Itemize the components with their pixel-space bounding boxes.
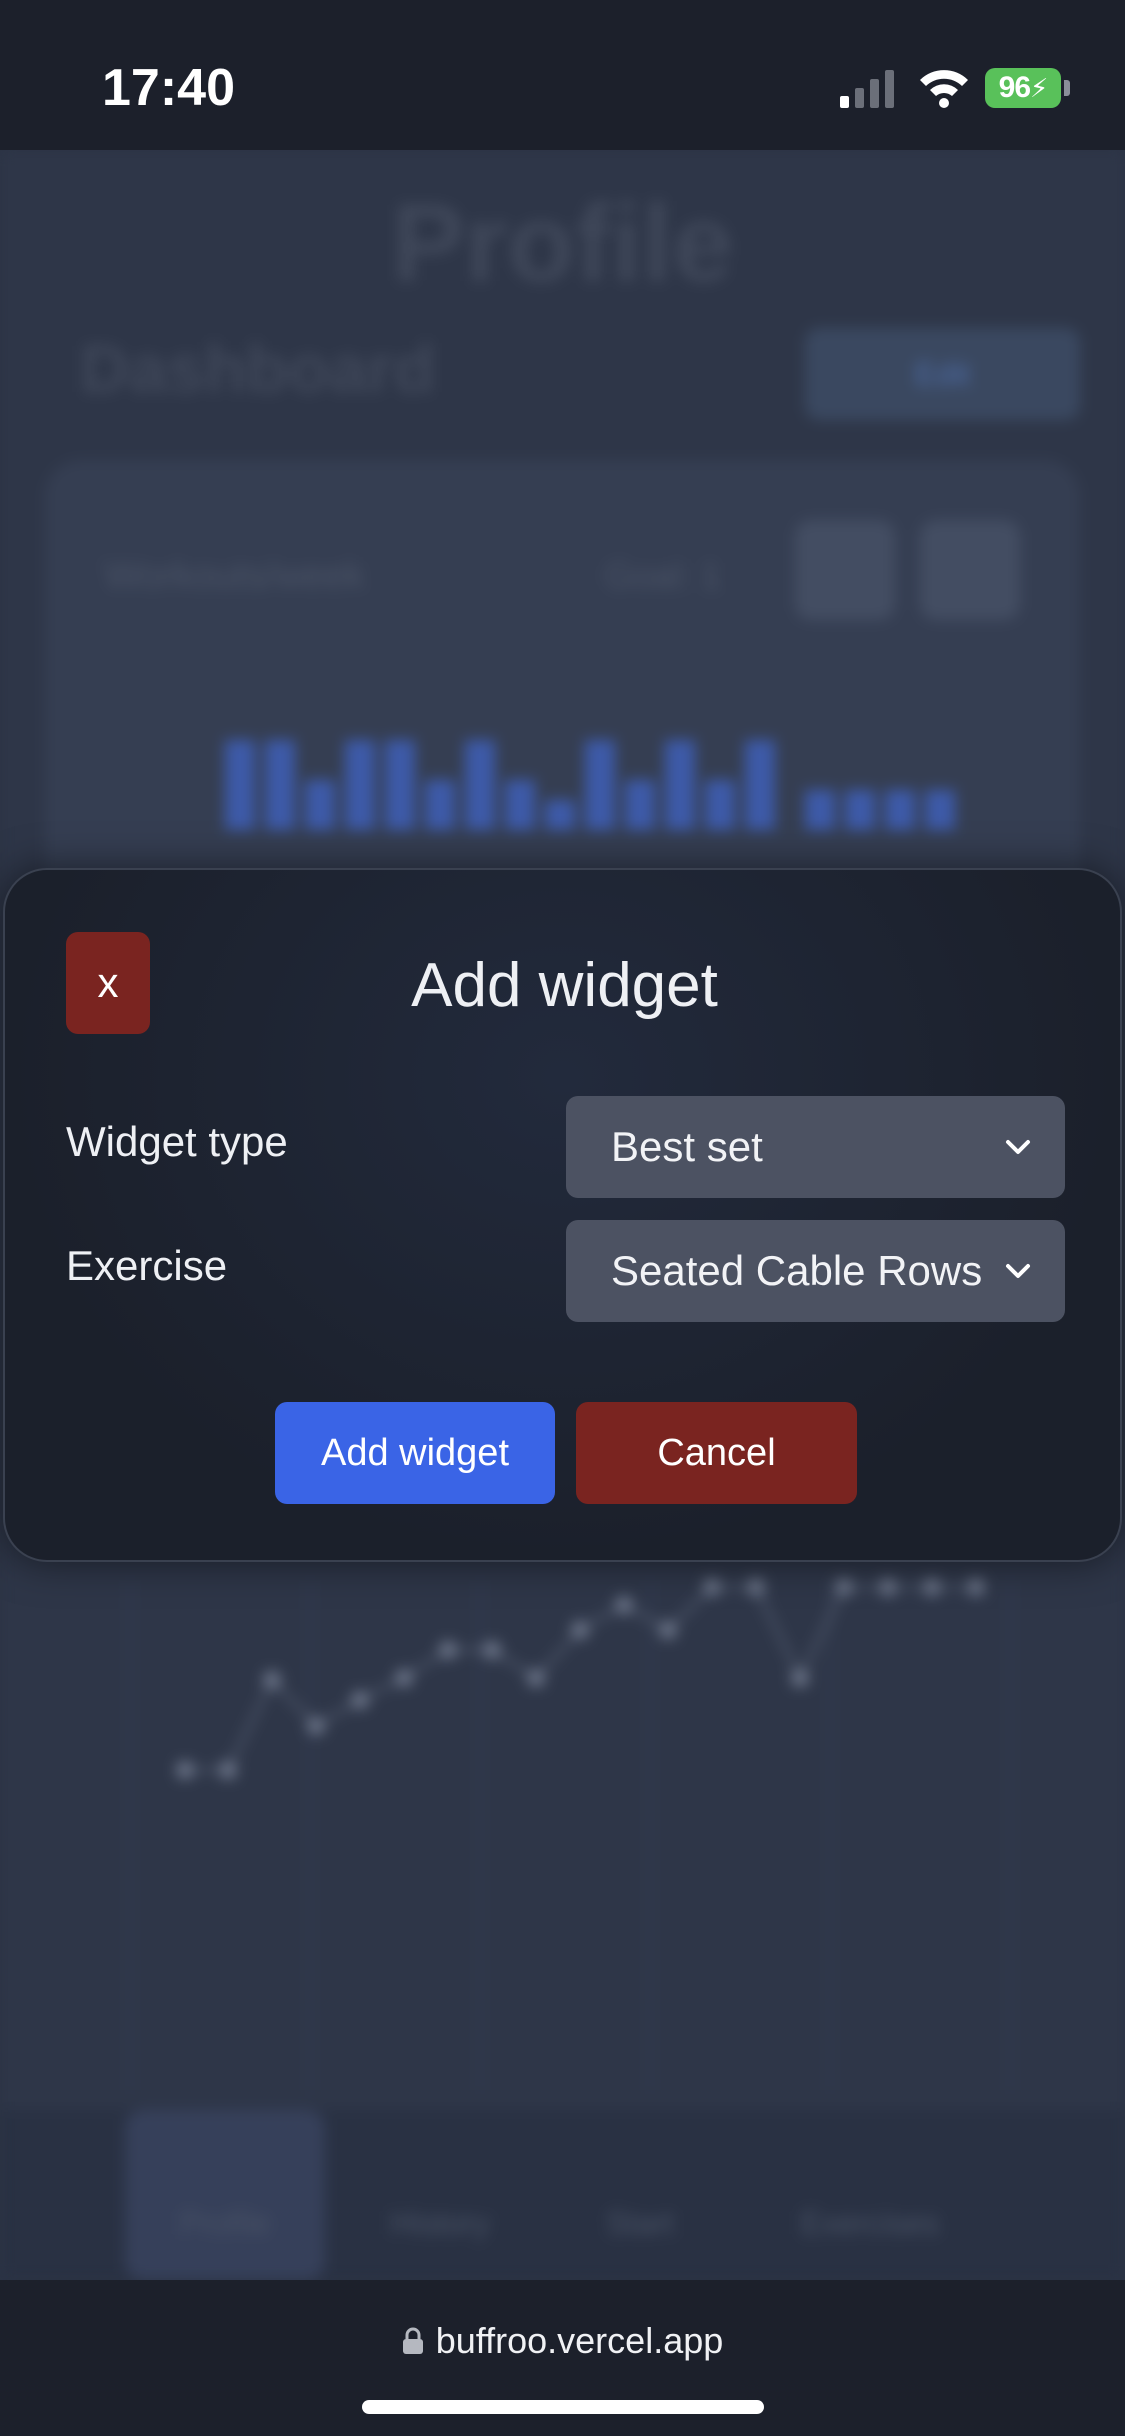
lock-icon (402, 2327, 423, 2354)
edit-button[interactable]: Edit (805, 328, 1080, 420)
dashboard-heading: Dashboard (80, 331, 436, 407)
nav-label: Start (606, 2205, 674, 2241)
status-bar: 17:40 96 ⚡ (0, 0, 1125, 150)
exercise-select[interactable]: Seated Cable Rows (566, 1220, 1065, 1322)
exercise-value: Seated Cable Rows (611, 1247, 983, 1294)
exercise-label: Exercise (66, 1242, 228, 1289)
nav-label: Profile (179, 2205, 271, 2241)
nav-label: Exercises (800, 2205, 940, 2241)
card-action-button[interactable] (920, 520, 1020, 620)
nav-item-profile[interactable]: Profile (125, 2110, 325, 2280)
browser-url-bar[interactable]: buffroo.vercel.app (0, 2280, 1125, 2436)
chevron-down-icon (1006, 1140, 1030, 1154)
charging-bolt-icon: ⚡ (1030, 72, 1048, 103)
page-title: Profile (391, 182, 734, 305)
battery-level: 96 (998, 71, 1031, 104)
nav-label: History (390, 2205, 490, 2241)
add-widget-dialog: x Add widget Widget type Best set Exerci… (3, 868, 1122, 1562)
cancel-button[interactable]: Cancel (576, 1402, 857, 1504)
nav-item-start[interactable]: Start (540, 2110, 740, 2280)
card-action-button[interactable] (795, 520, 895, 620)
widget-type-value: Best set (611, 1123, 763, 1170)
bar-chart-graphic (225, 740, 955, 830)
add-widget-button[interactable]: Add widget (275, 1402, 555, 1504)
nav-item-history[interactable]: History (340, 2110, 540, 2280)
nav-item-exercises[interactable]: Exercises (770, 2110, 970, 2280)
battery-icon: 96 ⚡ (985, 68, 1061, 108)
goal-label: Goal: 1 (605, 555, 722, 596)
card-label: Workouts/week (105, 555, 365, 597)
battery-cap (1064, 80, 1070, 96)
home-indicator[interactable] (362, 2400, 764, 2414)
cellular-signal-icon (840, 70, 894, 108)
status-time: 17:40 (102, 59, 235, 117)
widget-type-select[interactable]: Best set (566, 1096, 1065, 1198)
wifi-icon (920, 70, 968, 108)
bottom-nav: Profile History Start Exercises (0, 2110, 1125, 2280)
chevron-down-icon (1006, 1264, 1030, 1278)
url-text: buffroo.vercel.app (435, 2320, 724, 2361)
widget-type-label: Widget type (66, 1118, 288, 1165)
dialog-title: Add widget (411, 951, 718, 1020)
